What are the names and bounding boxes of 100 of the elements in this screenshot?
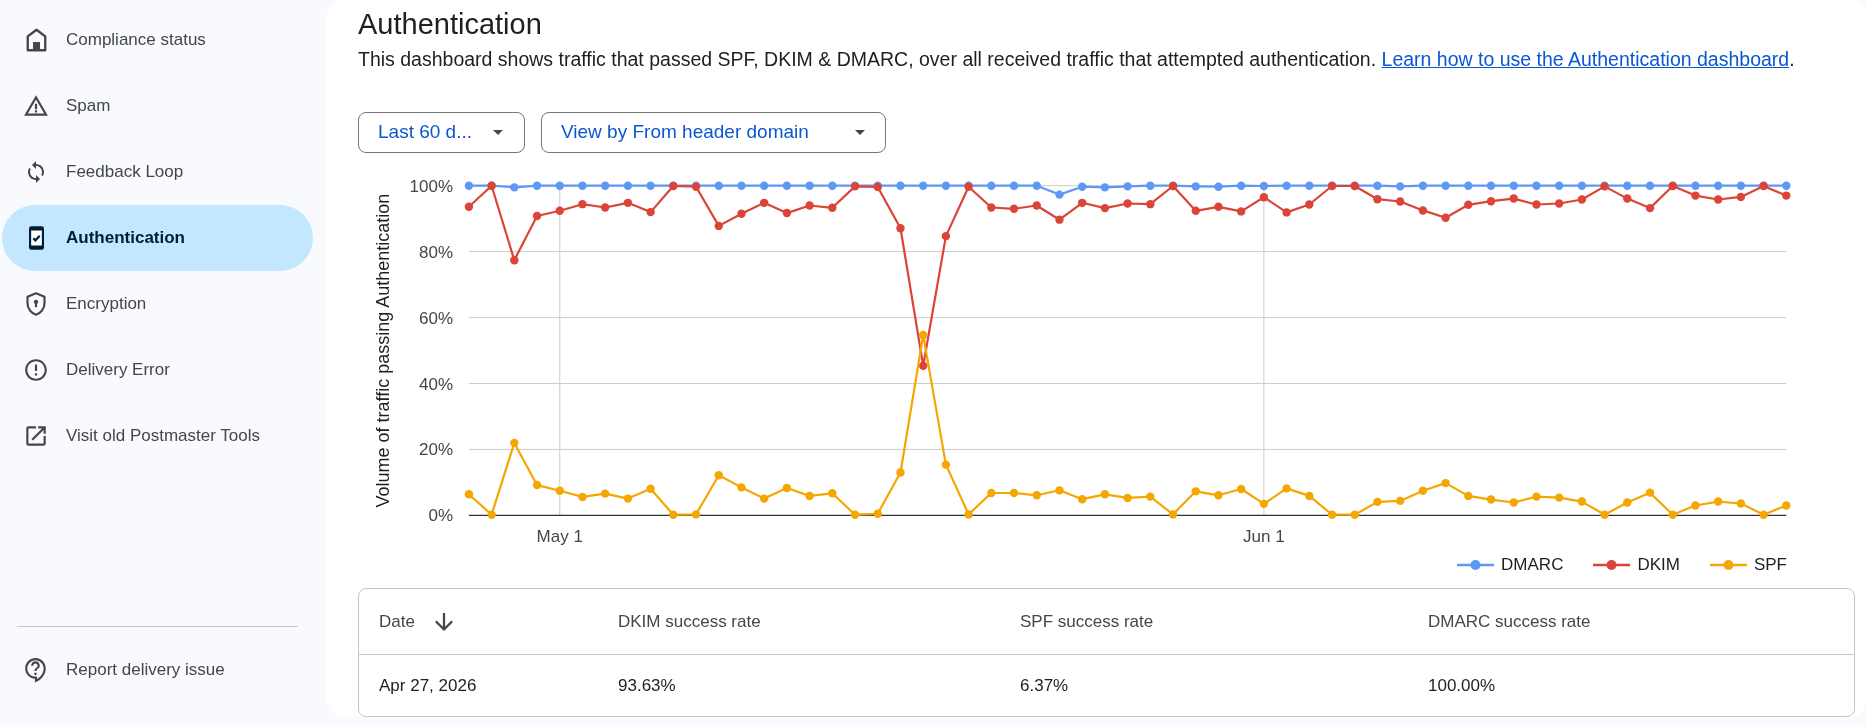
point: [1282, 208, 1291, 217]
point: [1509, 498, 1518, 507]
point: [1168, 510, 1178, 519]
column-header[interactable]: DKIM success rate: [618, 608, 761, 635]
dropdown-button[interactable]: Last 60 d...: [358, 112, 525, 153]
point: [1100, 490, 1110, 499]
caret-icon: [855, 130, 865, 135]
column-header[interactable]: Date: [379, 608, 453, 635]
point: [714, 181, 723, 190]
point: [1691, 501, 1700, 510]
point: [1645, 181, 1655, 190]
point: [600, 489, 610, 498]
point: [1736, 499, 1746, 508]
point: [1464, 181, 1473, 190]
point: [782, 483, 792, 493]
point: [987, 203, 996, 212]
point: [600, 181, 610, 190]
point: [1645, 488, 1655, 497]
point: [873, 509, 882, 518]
point: [782, 181, 792, 190]
y-axis-label: 100%: [409, 176, 453, 196]
point: [578, 199, 587, 209]
point: [532, 211, 542, 221]
point: [1509, 181, 1518, 190]
point: [1554, 199, 1564, 208]
nav-item[interactable]: Visit old Postmaster Tools: [2, 403, 313, 469]
nav-item[interactable]: Spam: [2, 73, 313, 139]
x-axis-label: Jun 1: [1243, 527, 1285, 546]
point: [941, 231, 951, 241]
point: [1350, 510, 1359, 519]
point: [1577, 195, 1587, 204]
nav-item[interactable]: Delivery Error: [2, 337, 313, 403]
point: [1532, 492, 1541, 501]
point: [510, 183, 519, 192]
dropdown-button[interactable]: View by From header domain: [541, 112, 886, 153]
y-axis-label: 80%: [418, 242, 453, 262]
point: [1645, 203, 1655, 213]
point: [759, 494, 769, 503]
point: [532, 181, 542, 190]
home-icon: [25, 28, 47, 52]
point: [828, 203, 837, 212]
point: [1214, 202, 1223, 211]
legend-label: SPF: [1753, 554, 1787, 576]
point: [1236, 207, 1246, 216]
point: [1418, 181, 1428, 190]
point: [1691, 191, 1700, 200]
point: [1441, 478, 1450, 488]
point: [1691, 181, 1700, 190]
point: [1373, 195, 1382, 204]
point: [1668, 510, 1677, 519]
table-cell: 6.37%: [1020, 675, 1069, 695]
point: [1623, 498, 1632, 507]
point: [1009, 488, 1019, 498]
point: [555, 181, 564, 190]
point: [578, 181, 587, 190]
point: [1395, 496, 1405, 506]
point: [1282, 484, 1291, 493]
nav-item[interactable]: Feedback Loop: [2, 139, 313, 205]
point: [623, 181, 633, 190]
point: [555, 486, 564, 495]
point: [1077, 495, 1087, 504]
nav-item[interactable]: Authentication: [2, 205, 313, 271]
point: [510, 438, 519, 448]
point: [510, 256, 519, 265]
point: [1146, 492, 1155, 501]
point: [1486, 495, 1496, 504]
nav-item[interactable]: Encryption: [2, 271, 313, 337]
point: [646, 484, 655, 493]
point: [1713, 195, 1723, 204]
y-axis-label: 40%: [418, 374, 453, 394]
point: [1123, 182, 1132, 191]
point: [850, 510, 860, 519]
point: [918, 361, 928, 370]
point: [1146, 199, 1155, 209]
point: [987, 488, 996, 498]
point: [1600, 510, 1609, 519]
nav-item[interactable]: Report delivery issue: [2, 637, 313, 703]
nav-item[interactable]: Compliance status: [2, 7, 313, 73]
help-link[interactable]: Learn how to use the Authentication dashboard: [1381, 48, 1790, 70]
point: [1486, 181, 1496, 190]
column-header[interactable]: DMARC success rate: [1428, 608, 1591, 635]
column-header[interactable]: SPF success rate: [1020, 608, 1154, 635]
point: [1373, 497, 1382, 507]
point: [1373, 181, 1382, 190]
point: [1214, 491, 1223, 500]
point: [918, 330, 928, 340]
caret-icon: [493, 130, 503, 135]
point: [464, 181, 474, 190]
point: [1032, 201, 1041, 210]
point: [623, 198, 633, 208]
point: [805, 201, 814, 210]
point: [1464, 491, 1473, 501]
point: [1782, 501, 1791, 510]
table-cell: Apr 27, 2026: [379, 675, 477, 695]
point: [896, 181, 905, 190]
point: [555, 206, 564, 215]
point: [828, 181, 837, 190]
legend-label: DKIM: [1637, 554, 1680, 576]
point: [1055, 190, 1064, 199]
point: [1554, 493, 1564, 502]
